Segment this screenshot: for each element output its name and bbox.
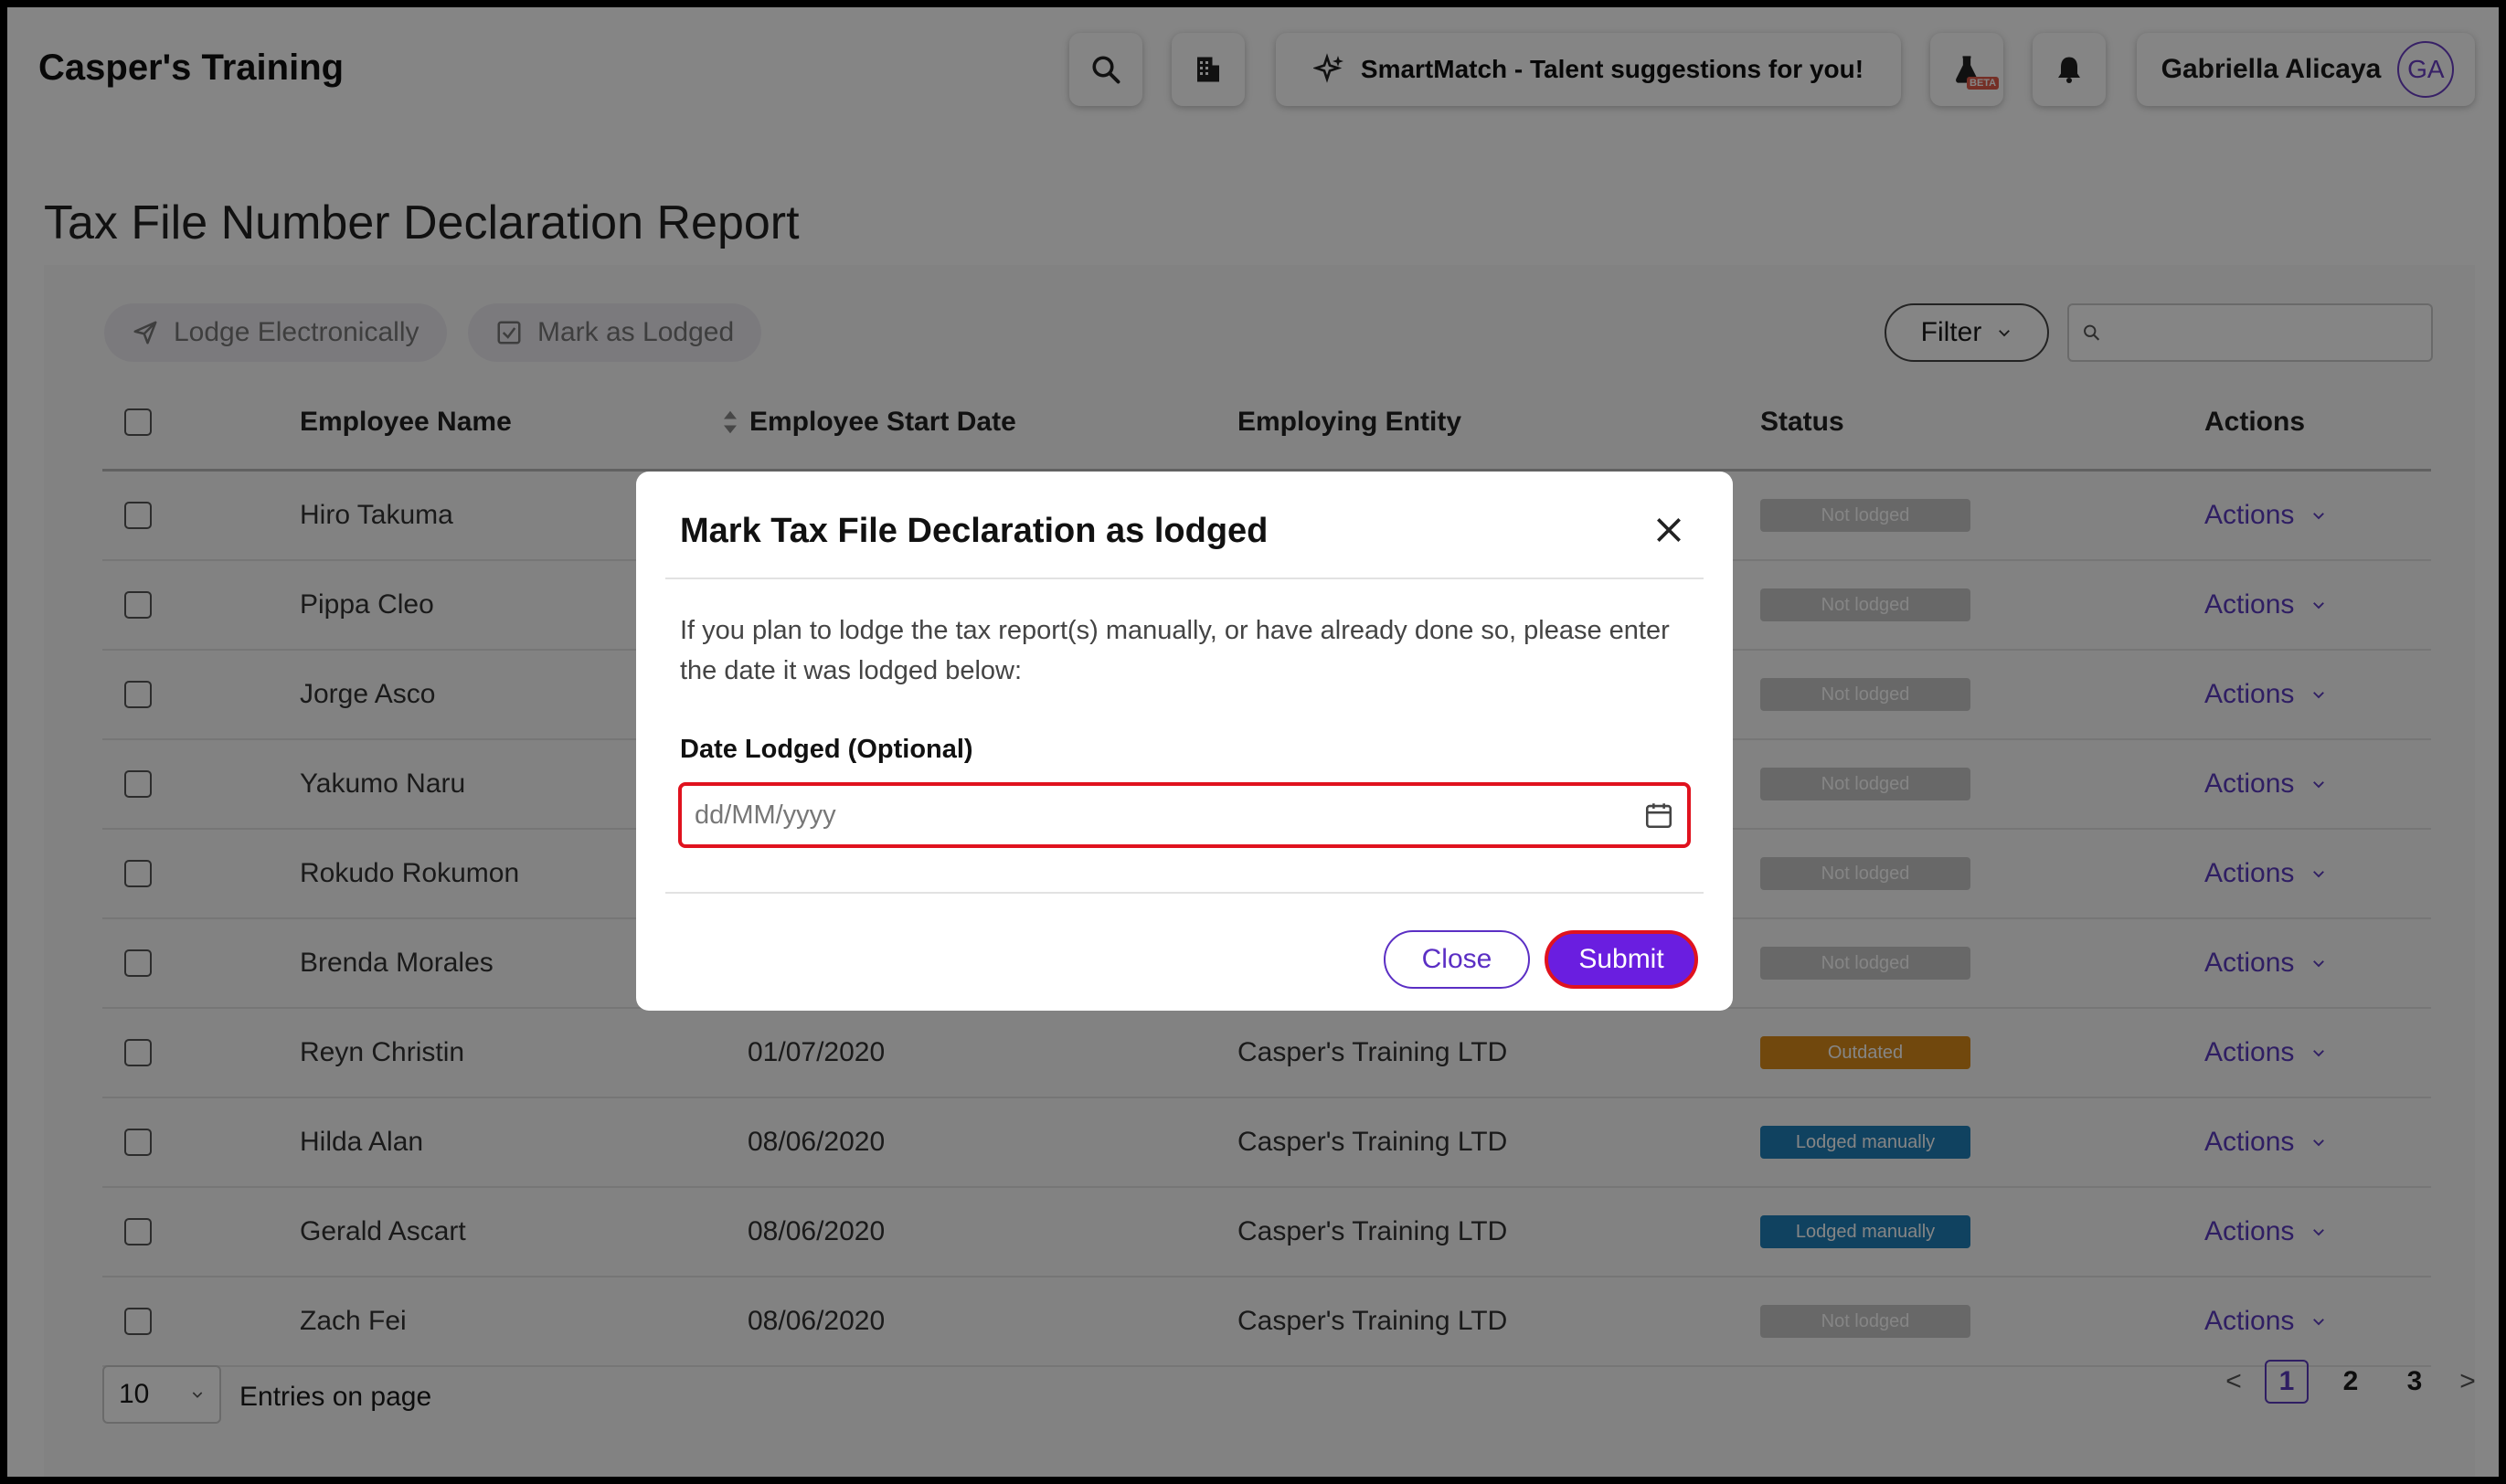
mark-lodged-dialog: Mark Tax File Declaration as lodged If y… <box>636 472 1733 1011</box>
dialog-message: If you plan to lodge the tax report(s) m… <box>680 616 1670 685</box>
close-button[interactable]: Close <box>1384 930 1530 989</box>
date-lodged-input[interactable] <box>695 800 1643 831</box>
dialog-divider <box>665 892 1704 894</box>
date-lodged-field <box>678 782 1691 848</box>
submit-button[interactable]: Submit <box>1545 930 1698 989</box>
calendar-icon[interactable] <box>1643 800 1674 831</box>
app-window: Casper's Training SmartMatch - Talent su… <box>7 7 2499 1477</box>
date-lodged-label: Date Lodged (Optional) <box>680 735 973 764</box>
dialog-divider <box>665 578 1704 579</box>
dialog-title: Mark Tax File Declaration as lodged <box>680 512 1269 550</box>
close-icon[interactable] <box>1651 512 1687 548</box>
